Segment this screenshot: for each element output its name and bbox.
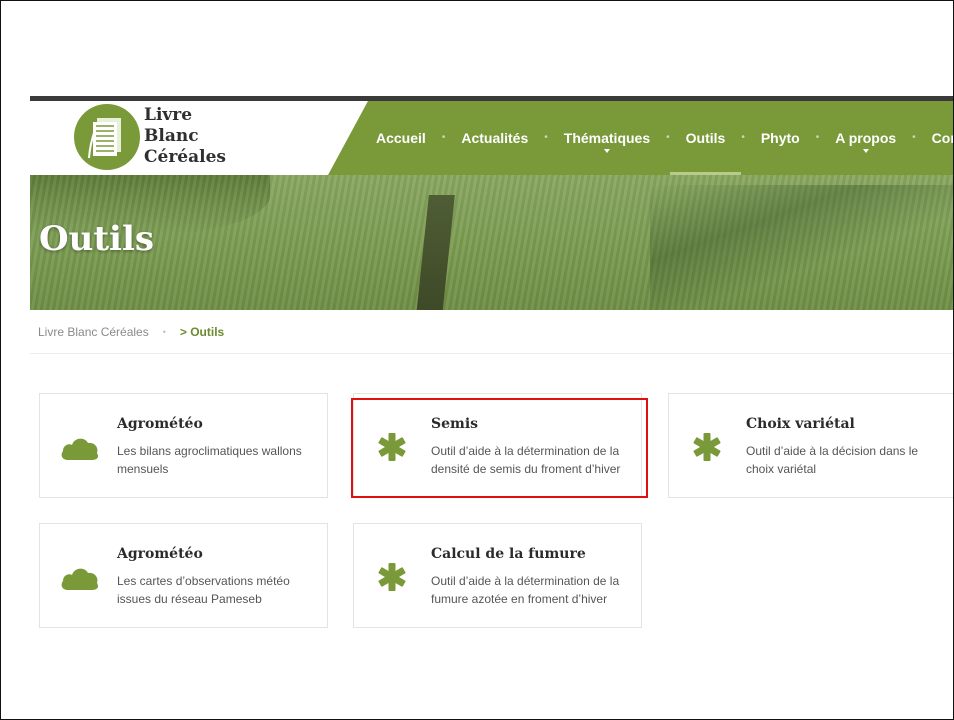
card-description: Outil d’aide à la détermination de la fu… [431,574,620,606]
hero-banner: Outils [30,175,953,310]
asterisk-icon [374,432,414,462]
card-description: Outil d’aide à la détermination de la de… [431,444,621,476]
nav-label: Actualités [461,130,529,146]
nav-item-actualites[interactable]: Actualités [445,101,544,175]
asterisk-icon [374,562,414,592]
site-header: Livre Blanc Céréales Accueil • Actualité… [30,101,953,175]
card-title: Calcul de la fumure [431,546,586,562]
nav-label: A propos [835,130,897,146]
breadcrumb: Livre Blanc Céréales • > Outils [38,325,224,339]
logo-line-1: Livre [144,105,193,125]
chevron-down-icon [603,149,610,153]
cloud-icon [60,562,100,592]
nav-item-contact[interactable]: Contact [916,101,953,175]
tool-card-calcul-fumure[interactable]: Calcul de la fumure Outil d’aide à la dé… [353,523,642,628]
logo-text[interactable]: Livre Blanc Céréales [144,105,226,168]
nav-item-thematiques[interactable]: Thématiques [548,101,666,175]
tool-card-agrometeo-cartes[interactable]: Agrométéo Les cartes d’observations mété… [39,523,328,628]
breadcrumb-home[interactable]: Livre Blanc Céréales [38,325,149,339]
divider [30,353,953,354]
logo-book-icon[interactable] [74,104,140,170]
nav-label: Thématiques [563,130,651,146]
logo-line-2: Blanc [144,126,199,146]
card-title: Choix variétal [746,416,855,432]
nav-item-accueil[interactable]: Accueil [360,101,442,175]
breadcrumb-current: > Outils [179,325,225,339]
card-title: Agrométéo [117,546,203,562]
card-description: Les bilans agroclimatiques wallons mensu… [117,444,302,476]
nav-label: Accueil [376,130,426,146]
nav-item-a-propos[interactable]: A propos [819,101,912,175]
tool-card-choix-varietal[interactable]: Choix variétal Outil d’aide à la décisio… [668,393,953,498]
nav-label: Phyto [760,130,800,146]
card-description: Les cartes d’observations météo issues d… [117,574,290,606]
cloud-icon [60,432,100,462]
tool-card-semis[interactable]: Semis Outil d’aide à la détermination de… [353,393,642,498]
logo-line-3: Céréales [144,147,226,167]
nav-label: Outils [685,130,726,146]
page-title: Outils [39,219,155,259]
chevron-down-icon [862,149,869,153]
asterisk-icon [689,432,729,462]
main-nav: Accueil • Actualités • Thématiques • Out… [360,101,953,175]
card-description: Outil d’aide à la décision dans le choix… [746,444,919,476]
nav-item-phyto[interactable]: Phyto [745,101,816,175]
card-title: Agrométéo [117,416,203,432]
tool-card-agrometeo-bilans[interactable]: Agrométéo Les bilans agroclimatiques wal… [39,393,328,498]
card-title: Semis [431,416,479,432]
nav-item-outils[interactable]: Outils [669,101,742,175]
nav-label: Contact [931,130,953,146]
breadcrumb-separator: • [162,327,166,337]
page-frame: Livre Blanc Céréales Accueil • Actualité… [0,0,954,720]
hero-field-row [650,185,953,310]
